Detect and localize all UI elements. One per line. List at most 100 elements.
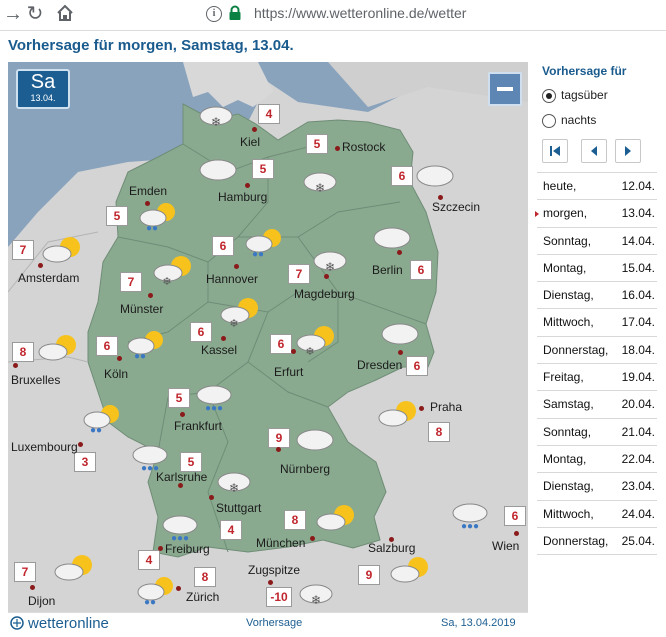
day-list-item[interactable]: Dienstag, 23.04.	[537, 473, 657, 501]
address-bar[interactable]: i https://www.wetteronline.de/wetter	[200, 2, 666, 27]
weather-map[interactable]: Sa 13.04. 4 Kiel ❄ 5 Rostock 6 Szczecin …	[8, 62, 528, 612]
zoom-out-button[interactable]	[488, 72, 522, 106]
sun-snow-icon: ❄	[296, 326, 334, 358]
city-label[interactable]: Köln	[104, 367, 128, 381]
city-label[interactable]: Amsterdam	[18, 271, 79, 285]
city-temperature: 4	[138, 550, 160, 570]
lock-icon	[229, 5, 241, 20]
day-name[interactable]: Dienstag,	[543, 288, 594, 302]
city-label[interactable]: Magdeburg	[294, 287, 355, 301]
day-name[interactable]: Montag,	[543, 261, 586, 275]
wetteronline-logo[interactable]: wetteronline	[28, 615, 109, 632]
city-label[interactable]: Erfurt	[274, 365, 303, 379]
city-label[interactable]: München	[256, 536, 305, 550]
day-name[interactable]: Donnerstag,	[543, 534, 608, 548]
city-label[interactable]: Karlsruhe	[156, 470, 207, 484]
radio-button[interactable]	[542, 89, 556, 103]
day-date[interactable]: 23.04.	[622, 479, 655, 493]
city-label[interactable]: Emden	[129, 184, 167, 198]
back-arrow-icon[interactable]: →	[2, 3, 24, 25]
day-date[interactable]: 15.04.	[622, 261, 655, 275]
city-label[interactable]: Wien	[492, 539, 519, 553]
home-icon[interactable]	[54, 3, 76, 25]
city-label[interactable]: Zürich	[186, 590, 219, 604]
radio-label[interactable]: nachts	[561, 113, 596, 127]
city-label[interactable]: Dresden	[357, 358, 402, 372]
city-label[interactable]: Bruxelles	[11, 373, 60, 387]
day-list-item[interactable]: Dienstag, 16.04.	[537, 282, 657, 310]
svg-text:❄: ❄	[305, 346, 314, 358]
day-list-item[interactable]: Mittwoch, 17.04.	[537, 309, 657, 337]
city-label[interactable]: Stuttgart	[216, 501, 261, 515]
city-label[interactable]: Dijon	[28, 594, 55, 608]
city-label[interactable]: Freiburg	[165, 542, 210, 556]
day-name[interactable]: Freitag,	[543, 370, 584, 384]
previous-day-button[interactable]	[581, 139, 607, 163]
day-name[interactable]: Samstag,	[543, 397, 594, 411]
day-name[interactable]: morgen,	[543, 206, 587, 220]
day-name[interactable]: Montag,	[543, 452, 586, 466]
day-list-item[interactable]: Mittwoch, 24.04.	[537, 501, 657, 528]
city-label[interactable]: Kassel	[201, 343, 237, 357]
first-day-button[interactable]	[542, 139, 568, 163]
day-list-item[interactable]: Samstag, 20.04.	[537, 391, 657, 419]
city-temperature: 8	[12, 342, 34, 362]
radio-tagsueber[interactable]: tagsüber	[542, 88, 662, 104]
svg-text:❄: ❄	[229, 481, 239, 495]
snow-cloud-icon: ❄	[199, 106, 233, 129]
next-day-button[interactable]	[615, 139, 641, 163]
city-label[interactable]: Hannover	[206, 272, 258, 286]
day-name[interactable]: Sonntag,	[543, 425, 591, 439]
day-date[interactable]: 21.04.	[622, 425, 655, 439]
day-date[interactable]: 12.04.	[622, 179, 655, 193]
day-list-item[interactable]: Sonntag, 14.04.	[537, 228, 657, 255]
radio-button[interactable]	[542, 114, 556, 128]
city-label[interactable]: Berlin	[372, 263, 403, 277]
rain-cloud-icon: ●●●	[162, 515, 198, 544]
city-label[interactable]: Hamburg	[218, 190, 267, 204]
city-label[interactable]: Münster	[120, 302, 163, 316]
day-list-item[interactable]: Montag, 22.04.	[537, 446, 657, 474]
info-icon[interactable]: i	[206, 6, 222, 22]
day-list-item[interactable]: Freitag, 19.04.	[537, 364, 657, 392]
city-label[interactable]: Zugspitze	[248, 563, 300, 577]
day-list-item[interactable]: Sonntag, 21.04.	[537, 419, 657, 446]
day-date[interactable]: 19.04.	[622, 370, 655, 384]
day-name[interactable]: Sonntag,	[543, 234, 591, 248]
rain-cloud-icon: ●●●	[132, 445, 168, 474]
city-label[interactable]: Rostock	[342, 140, 385, 154]
day-name[interactable]: Dienstag,	[543, 479, 594, 493]
day-date[interactable]: 16.04.	[622, 288, 655, 302]
day-date[interactable]: 24.04.	[622, 507, 655, 521]
city-label[interactable]: Praha	[430, 400, 462, 414]
svg-text:●●: ●●	[134, 351, 146, 362]
day-list-item[interactable]: Donnerstag, 18.04.	[537, 337, 657, 365]
day-date[interactable]: 20.04.	[622, 397, 655, 411]
day-name[interactable]: Mittwoch,	[543, 315, 594, 329]
cloud-icon	[416, 165, 454, 187]
city-label[interactable]: Frankfurt	[174, 419, 222, 433]
city-label[interactable]: Szczecin	[432, 200, 480, 214]
day-date[interactable]: 22.04.	[622, 452, 655, 466]
day-name[interactable]: Mittwoch,	[543, 507, 594, 521]
url-text[interactable]: https://www.wetteronline.de/wetter	[254, 5, 466, 21]
day-date[interactable]: 18.04.	[622, 343, 655, 357]
day-date[interactable]: 14.04.	[622, 234, 655, 248]
day-date[interactable]: 13.04.	[622, 206, 655, 220]
day-name[interactable]: Donnerstag,	[543, 343, 608, 357]
day-date[interactable]: 17.04.	[622, 315, 655, 329]
day-list-item-active[interactable]: morgen, 13.04.	[535, 200, 657, 228]
city-label[interactable]: Nürnberg	[280, 462, 330, 476]
sun-rain-icon: ●●	[127, 331, 163, 362]
radio-nachts[interactable]: nachts	[542, 113, 662, 129]
day-name[interactable]: heute,	[543, 179, 576, 193]
day-list-item[interactable]: Montag, 15.04.	[537, 255, 657, 283]
radio-label[interactable]: tagsüber	[561, 88, 608, 102]
day-list-item[interactable]: Donnerstag, 25.04.	[537, 528, 657, 556]
reload-icon[interactable]: ↻	[24, 3, 46, 25]
city-label[interactable]: Kiel	[240, 135, 260, 149]
day-list-item[interactable]: heute, 12.04.	[537, 172, 657, 201]
city-label[interactable]: Luxembourg	[11, 440, 78, 454]
day-date[interactable]: 25.04.	[622, 534, 655, 548]
city-label[interactable]: Salzburg	[368, 541, 415, 555]
